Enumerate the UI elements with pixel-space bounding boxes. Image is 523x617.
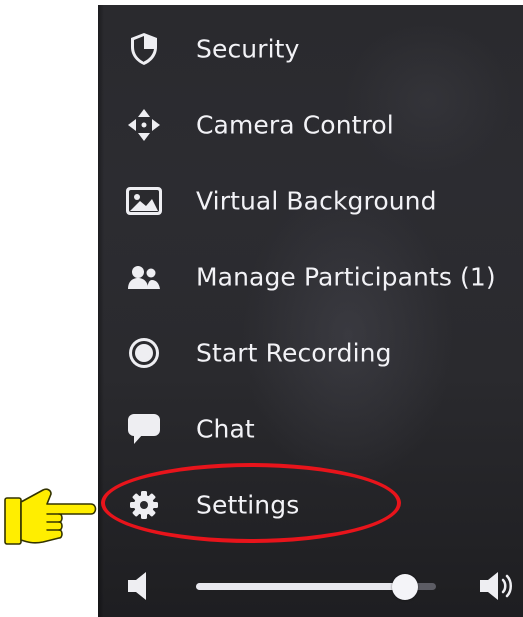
more-options-menu: Security Camera Control Virtual Backgrou…	[98, 5, 523, 617]
menu-item-label: Settings	[196, 490, 300, 520]
chat-bubble-icon	[125, 410, 163, 448]
menu-item-start-recording[interactable]: Start Recording	[98, 323, 518, 383]
menu-item-label: Camera Control	[196, 110, 394, 140]
volume-slider-fill	[196, 583, 405, 590]
menu-item-label: Manage Participants (1)	[196, 262, 496, 292]
menu-item-camera-control[interactable]: Camera Control	[98, 95, 518, 155]
volume-slider-thumb[interactable]	[391, 573, 418, 600]
participants-icon	[125, 258, 163, 296]
record-icon	[125, 334, 163, 372]
menu-item-label: Start Recording	[196, 338, 392, 368]
shield-icon	[125, 30, 163, 68]
screenshot-page: Security Camera Control Virtual Backgrou…	[0, 0, 523, 617]
menu-item-settings[interactable]: Settings	[98, 475, 518, 535]
speaker-high-icon[interactable]	[478, 569, 516, 607]
menu-item-label: Chat	[196, 414, 255, 444]
menu-item-virtual-background[interactable]: Virtual Background	[98, 171, 518, 231]
move-arrows-icon	[125, 106, 163, 144]
image-icon	[125, 182, 163, 220]
menu-item-security[interactable]: Security	[98, 19, 518, 79]
menu-item-label: Virtual Background	[196, 186, 437, 216]
gear-icon	[125, 486, 163, 524]
volume-control	[98, 561, 523, 611]
volume-slider[interactable]	[196, 573, 436, 600]
pointing-hand-icon	[3, 484, 99, 550]
menu-item-chat[interactable]: Chat	[98, 399, 518, 459]
menu-item-manage-participants[interactable]: Manage Participants (1)	[98, 247, 518, 307]
speaker-low-icon[interactable]	[124, 569, 150, 607]
menu-item-label: Security	[196, 34, 300, 64]
